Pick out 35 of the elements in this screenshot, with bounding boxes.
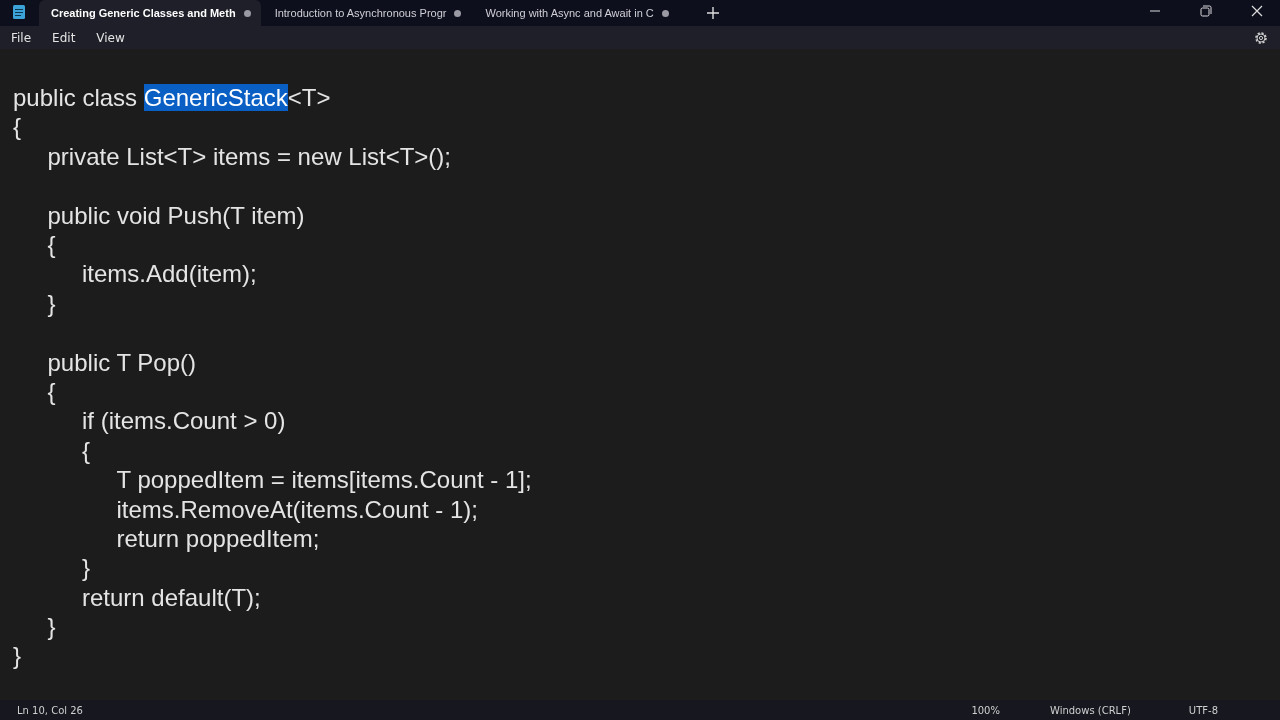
notepad-icon bbox=[13, 5, 25, 19]
cursor-position: Ln 10, Col 26 bbox=[17, 704, 83, 716]
code-line: public void Push(T item) bbox=[46, 200, 306, 230]
code-line: { bbox=[13, 112, 22, 142]
unsaved-dot-icon bbox=[661, 9, 669, 17]
unsaved-dot-icon bbox=[454, 9, 462, 17]
restore-icon[interactable] bbox=[1200, 5, 1212, 17]
code-line: T poppedItem = items[items.Count - 1]; bbox=[115, 465, 533, 495]
code-line: public T Pop() bbox=[46, 347, 198, 377]
code-line: items.Add(item); bbox=[81, 259, 258, 289]
code-line: return default(T); bbox=[81, 582, 262, 613]
unsaved-dot-icon bbox=[243, 9, 251, 17]
code-line: { bbox=[81, 435, 91, 466]
code-line: } bbox=[13, 641, 22, 671]
code-line: { bbox=[46, 376, 57, 407]
code-line: private List<T> items = new List<T>(); bbox=[46, 141, 452, 172]
code-line: } bbox=[46, 612, 57, 642]
code-line: return poppedItem; bbox=[115, 523, 321, 554]
code-line: } bbox=[46, 288, 57, 319]
code-line: } bbox=[81, 553, 91, 583]
line-ending[interactable]: Windows (CRLF) bbox=[1049, 704, 1131, 716]
settings-icon[interactable] bbox=[1254, 30, 1268, 45]
encoding[interactable]: UTF-8 bbox=[1188, 704, 1218, 716]
editor-tab[interactable]: Working with Async and Await in C bbox=[473, 0, 679, 26]
code-line: { bbox=[46, 230, 57, 260]
editor-tab[interactable]: Creating Generic Classes and Meth bbox=[39, 0, 261, 26]
editor-tab[interactable]: Introduction to Asynchronous Progr bbox=[262, 0, 472, 26]
code-line: if (items.Count > 0) bbox=[81, 406, 287, 436]
menu-item[interactable]: File bbox=[3, 26, 40, 49]
add-tab-icon[interactable] bbox=[706, 7, 719, 19]
menu-item[interactable]: Edit bbox=[44, 26, 84, 49]
code-line: items.RemoveAt(items.Count - 1); bbox=[115, 494, 479, 524]
close-icon[interactable] bbox=[1251, 5, 1263, 17]
zoom-level[interactable]: 100% bbox=[971, 704, 1000, 716]
menu-item[interactable]: View bbox=[88, 26, 133, 49]
